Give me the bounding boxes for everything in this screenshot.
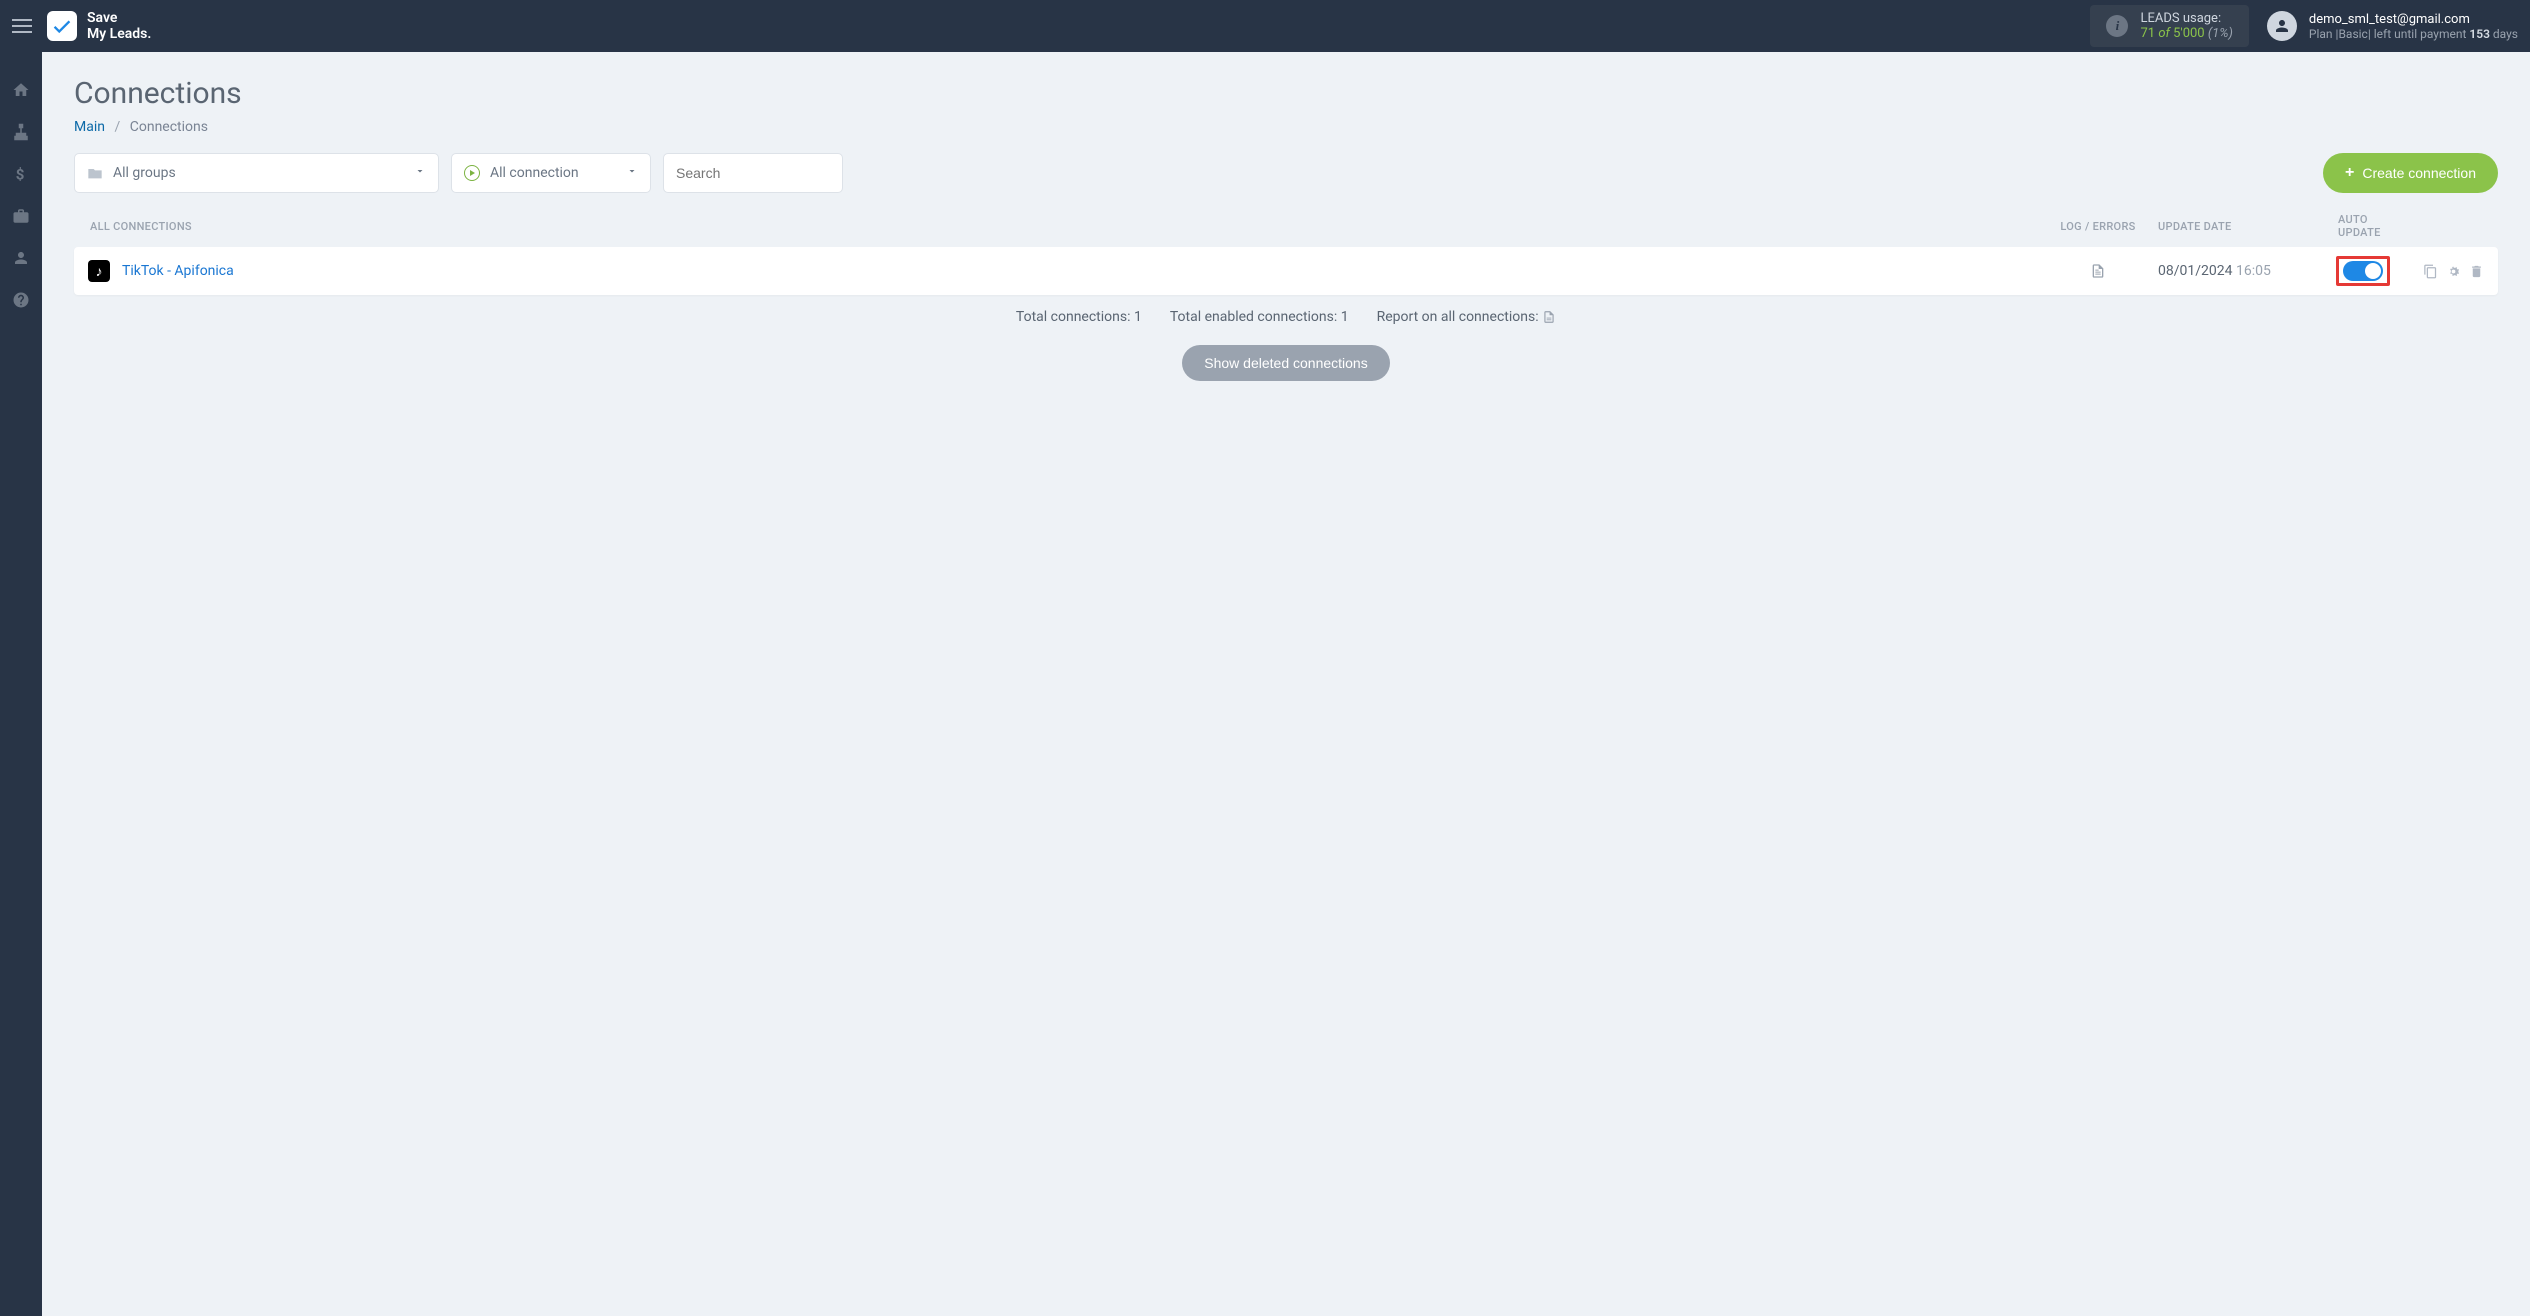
account-plan: Plan |Basic| left until payment 153 days (2309, 27, 2518, 41)
usage-box: i LEADS usage: 71 of 5'000 (1%) (2090, 5, 2248, 47)
copy-icon[interactable] (2423, 264, 2438, 279)
dollar-icon[interactable]: $ (11, 164, 31, 184)
search-input[interactable] (676, 165, 830, 181)
topbar: Save My Leads. i LEADS usage: 71 of 5'00… (0, 0, 2530, 52)
status-label: All connection (490, 165, 579, 181)
connection-link[interactable]: TikTok - Apifonica (122, 263, 234, 279)
sitemap-icon[interactable] (11, 122, 31, 142)
header-auto: AUTO UPDATE (2288, 213, 2408, 239)
info-icon: i (2106, 15, 2128, 37)
header-date: UPDATE DATE (2148, 220, 2288, 233)
document-icon[interactable] (1542, 309, 1556, 325)
log-button[interactable] (2048, 262, 2148, 280)
account-menu[interactable]: demo_sml_test@gmail.com Plan |Basic| lef… (2267, 11, 2518, 41)
brand-text: Save My Leads. (87, 10, 151, 42)
main-content: Connections Main / Connections All group… (42, 52, 2530, 1316)
avatar-icon (2267, 11, 2297, 41)
show-deleted-button[interactable]: Show deleted connections (1182, 345, 1389, 381)
help-icon[interactable] (11, 290, 31, 310)
briefcase-icon[interactable] (11, 206, 31, 226)
usage-label: LEADS usage: (2140, 11, 2232, 26)
update-date: 08/01/2024 16:05 (2148, 263, 2288, 279)
breadcrumb: Main / Connections (74, 119, 2498, 135)
account-email: demo_sml_test@gmail.com (2309, 12, 2518, 27)
home-icon[interactable] (11, 80, 31, 100)
groups-dropdown[interactable]: All groups (74, 153, 439, 193)
header-log: LOG / ERRORS (2048, 220, 2148, 233)
breadcrumb-current: Connections (130, 119, 208, 135)
breadcrumb-main[interactable]: Main (74, 119, 105, 135)
menu-toggle[interactable] (12, 19, 32, 33)
highlight-box (2336, 256, 2390, 286)
gear-icon[interactable] (2446, 264, 2461, 279)
groups-label: All groups (113, 165, 176, 181)
header-name: ALL CONNECTIONS (74, 220, 2048, 233)
sidebar: $ (0, 52, 42, 1316)
page-title: Connections (74, 76, 2498, 111)
status-dropdown[interactable]: All connection (451, 153, 651, 193)
connection-row: ♪ TikTok - Apifonica 08/01/2024 16:05 (74, 247, 2498, 295)
usage-values: 71 of 5'000 (1%) (2140, 26, 2232, 41)
plus-icon: + (2345, 164, 2354, 182)
table-headers: ALL CONNECTIONS LOG / ERRORS UPDATE DATE… (74, 207, 2498, 247)
summary-row: Total connections: 1 Total enabled conne… (74, 309, 2498, 325)
svg-text:$: $ (16, 165, 25, 183)
search-box[interactable] (663, 153, 843, 193)
tiktok-icon: ♪ (88, 260, 110, 282)
logo[interactable] (47, 11, 77, 41)
create-connection-button[interactable]: + Create connection (2323, 153, 2498, 193)
trash-icon[interactable] (2469, 264, 2484, 279)
create-label: Create connection (2362, 165, 2476, 181)
chevron-down-icon (626, 165, 638, 181)
auto-update-toggle[interactable] (2343, 261, 2383, 281)
chevron-down-icon (414, 165, 426, 181)
user-icon[interactable] (11, 248, 31, 268)
play-icon (464, 165, 480, 181)
folder-icon (87, 166, 103, 180)
